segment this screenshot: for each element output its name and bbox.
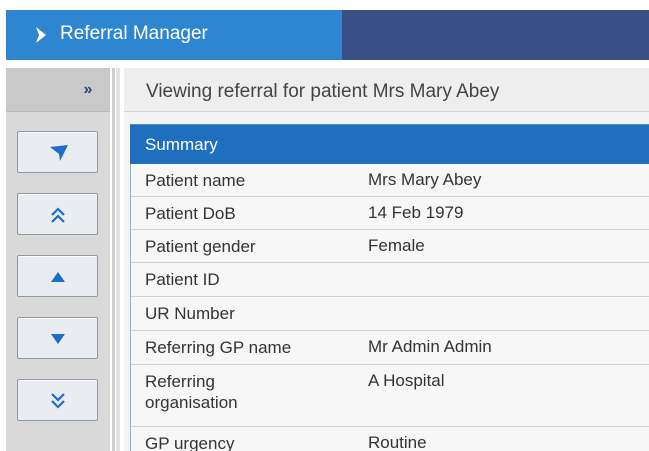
field-label: Referring organisation [145, 372, 238, 412]
title-bar-fill [342, 10, 649, 60]
app-title: Referral Manager [60, 23, 208, 44]
summary-row-referring-organisation: Referring organisation A Hospital [131, 365, 649, 427]
move-up-button[interactable] [17, 255, 98, 297]
field-value: Mrs Mary Abey [368, 170, 482, 189]
chevron-double-down-icon [51, 393, 65, 409]
field-label: Patient name [145, 171, 246, 190]
move-top-button[interactable] [17, 193, 98, 235]
field-label: GP urgency [145, 434, 235, 451]
page-header: Viewing referral for patient Mrs Mary Ab… [124, 68, 649, 112]
triangle-up-icon [51, 272, 65, 282]
chevron-double-up-icon [51, 207, 65, 223]
field-value: Routine [368, 433, 427, 451]
field-label: Patient DoB [145, 204, 236, 223]
summary-title: Summary [145, 135, 218, 154]
summary-row-patient-gender: Patient gender Female [131, 230, 649, 263]
page-title: Viewing referral for patient Mrs Mary Ab… [146, 81, 500, 102]
move-bottom-button[interactable] [17, 379, 98, 421]
splitter-edge [116, 68, 120, 451]
summary-row-patient-id: Patient ID [131, 263, 649, 297]
send-icon [50, 145, 68, 161]
field-label: Patient gender [145, 237, 256, 256]
triangle-down-icon [51, 334, 65, 344]
summary-row-gp-urgency: GP urgency Routine [131, 427, 649, 451]
field-value: 14 Feb 1979 [368, 203, 464, 222]
field-value: A Hospital [368, 371, 445, 390]
summary-header: Summary [130, 124, 649, 164]
splitter[interactable] [112, 68, 115, 451]
summary-row-patient-dob: Patient DoB 14 Feb 1979 [131, 197, 649, 230]
field-label: Patient ID [145, 270, 220, 289]
move-down-button[interactable] [17, 317, 98, 359]
field-value: Mr Admin Admin [368, 337, 492, 356]
chevron-right-icon [36, 27, 46, 43]
field-label: Referring GP name [145, 338, 292, 357]
collapse-rail-button[interactable]: » [78, 80, 98, 100]
title-bar: Referral Manager [0, 0, 649, 60]
summary-row-patient-name: Patient name Mrs Mary Abey [131, 164, 649, 197]
field-value: Female [368, 236, 425, 255]
send-button[interactable] [17, 131, 98, 173]
field-label: UR Number [145, 304, 235, 323]
summary-row-ur-number: UR Number [131, 297, 649, 331]
summary-row-referring-gp: Referring GP name Mr Admin Admin [131, 331, 649, 365]
